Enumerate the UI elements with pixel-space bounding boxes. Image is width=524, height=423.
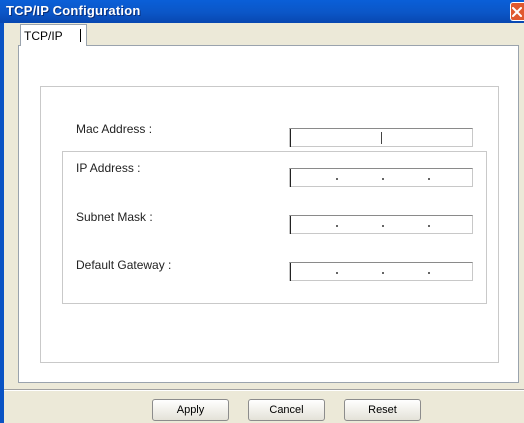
- title-bar[interactable]: TCP/IP Configuration: [0, 0, 524, 23]
- octet-separator: [336, 178, 338, 180]
- default-gateway-field[interactable]: [289, 262, 473, 281]
- close-icon: [512, 7, 522, 17]
- octet-separator: [428, 225, 430, 227]
- tab-label: TCP/IP: [24, 29, 63, 43]
- button-area-divider-highlight: [4, 390, 524, 391]
- octet-separator: [428, 272, 430, 274]
- window-title: TCP/IP Configuration: [6, 3, 141, 18]
- octet-separator: [382, 178, 384, 180]
- cancel-button[interactable]: Cancel: [248, 399, 325, 421]
- subnet-mask-field[interactable]: [289, 215, 473, 234]
- text-caret: [381, 132, 382, 144]
- close-button[interactable]: [510, 2, 524, 21]
- window-frame-edge: [0, 23, 4, 423]
- mac-address-field[interactable]: [289, 128, 473, 147]
- apply-button[interactable]: Apply: [152, 399, 229, 421]
- default-gateway-label: Default Gateway :: [76, 258, 172, 272]
- octet-separator: [428, 178, 430, 180]
- subnet-mask-label: Subnet Mask :: [76, 210, 153, 224]
- tab-tcpip[interactable]: TCP/IP: [20, 24, 87, 46]
- octet-separator: [336, 225, 338, 227]
- octet-separator: [336, 272, 338, 274]
- tab-separator: [80, 29, 81, 42]
- tcpip-configuration-window: TCP/IP Configuration TCP/IP Mac Address …: [0, 0, 524, 423]
- ip-address-label: IP Address :: [76, 161, 141, 175]
- reset-button[interactable]: Reset: [344, 399, 421, 421]
- octet-separator: [382, 225, 384, 227]
- mac-address-label: Mac Address :: [76, 122, 153, 136]
- octet-separator: [382, 272, 384, 274]
- ip-address-field[interactable]: [289, 168, 473, 187]
